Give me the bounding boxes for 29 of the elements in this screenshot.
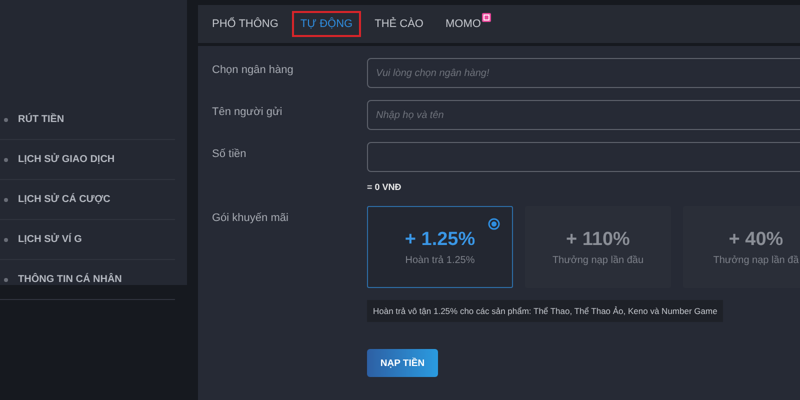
sidebar-item[interactable]: LỊCH SỬ VÍ G [0, 220, 175, 260]
tab[interactable]: THẺ CÀO [366, 11, 432, 37]
tab[interactable]: PHỔ THÔNG [204, 11, 286, 37]
radio-icon [488, 218, 500, 230]
tooltip: Hoàn trả vô tận 1.25% cho các sản phẩm: Thể Thao, Thể Thao Ảo, Keno và Number Game [367, 300, 724, 322]
promo-card[interactable]: + 110% Thưởng nạp lần đầu [525, 206, 671, 288]
field-label: Gói khuyến mãi [212, 211, 290, 224]
sidebar-item[interactable]: LỊCH SỬ GIAO DỊCH [0, 140, 175, 180]
promo-caption: Hoàn trả 1.25% [405, 254, 475, 266]
field-label: Chọn ngân hàng [212, 63, 294, 76]
input-field[interactable]: Vui lòng chọn ngân hàng! [367, 58, 800, 88]
sidebar-item[interactable]: LỊCH SỬ CÁ CƯỢC [0, 180, 175, 220]
deposit-button[interactable]: NẠP TIỀN [367, 349, 438, 377]
promo-card[interactable]: + 1.25% Hoàn trả 1.25% [367, 206, 513, 288]
amount-text: = 0 VNĐ [367, 182, 402, 192]
promo-value: + 110% [566, 228, 630, 250]
field-label: Số tiền [212, 147, 248, 160]
input-field[interactable]: Nhập họ và tên [367, 100, 800, 130]
promo-value: + 1.25% [404, 228, 476, 250]
sidebar-item[interactable]: RÚT TIỀN [0, 100, 175, 140]
promo-caption: Thưởng nạp lần đầu [552, 254, 644, 266]
sidebar-item[interactable]: THÔNG TIN CÁ NHÂN [0, 260, 175, 300]
promo-card[interactable]: + 40% Thưởng nạp lần đầ [683, 206, 800, 288]
input-field[interactable] [367, 142, 800, 172]
tab[interactable]: TỰ ĐỘNG [292, 11, 361, 37]
promo-value: + 40% [728, 228, 784, 250]
promo-caption: Thưởng nạp lần đầ [713, 254, 799, 266]
field-label: Tên người gửi [212, 105, 284, 118]
tab[interactable]: MOMO [438, 11, 499, 37]
